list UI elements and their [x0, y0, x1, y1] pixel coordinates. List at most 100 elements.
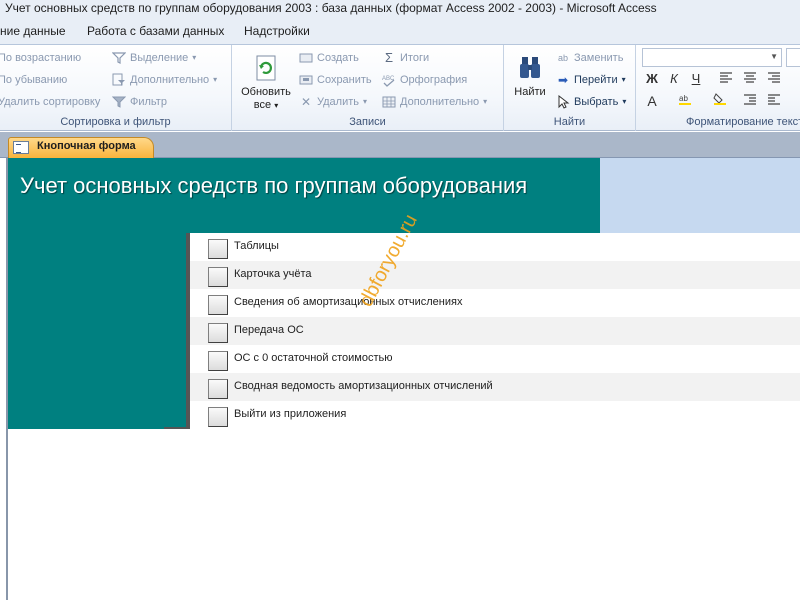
chevron-down-icon: ▾ — [192, 53, 197, 62]
selection-label: Выделение — [130, 52, 189, 64]
menu-item-zero-residual: ОС с 0 остаточной стоимостью — [190, 345, 800, 373]
sigma-icon: Σ — [384, 50, 394, 65]
chevron-down-icon: ▾ — [483, 97, 488, 106]
goto-button[interactable]: ➡ Перейти ▾ — [556, 70, 626, 90]
align-center-icon[interactable] — [740, 70, 760, 88]
menu-button-asset-transfer[interactable] — [208, 323, 228, 343]
tab-switchboard-form[interactable]: Кнопочная форма — [8, 137, 154, 158]
menu-button-tables[interactable] — [208, 239, 228, 259]
chevron-down-icon: ▼ — [770, 52, 778, 61]
new-record-label: Создать — [317, 52, 359, 64]
form-side-panel — [8, 233, 188, 429]
italic-button[interactable]: К — [664, 70, 684, 88]
fill-color-icon[interactable] — [710, 92, 730, 110]
font-name-combo[interactable]: ▼ — [642, 48, 782, 67]
spelling-button[interactable]: ABC Орфография — [382, 70, 467, 90]
more-records-button[interactable]: Дополнительно ▾ — [382, 92, 487, 112]
advanced-filter-button[interactable]: Дополнительно ▾ — [112, 70, 217, 90]
highlight-icon[interactable]: ab — [676, 92, 696, 110]
totals-label: Итоги — [400, 52, 430, 64]
sort-ascending-button[interactable]: По возрастанию — [0, 48, 81, 68]
chevron-down-icon: ▾ — [274, 101, 279, 110]
menu-item-account-card: Карточка учёта — [190, 261, 800, 289]
binoculars-icon — [515, 53, 545, 83]
save-record-label: Сохранить — [317, 74, 372, 86]
replace-label: Заменить — [574, 52, 624, 64]
align-right-icon[interactable] — [764, 70, 784, 88]
totals-button[interactable]: Σ Итоги — [382, 48, 429, 68]
group-records: Обновить все ▾ Создать Сохранить ✕ Удали… — [232, 45, 504, 131]
menu-label-account-card[interactable]: Карточка учёта — [234, 268, 312, 280]
sort-descending-button[interactable]: По убыванию — [0, 70, 67, 90]
group-label-find: Найти — [553, 116, 586, 128]
window-title: Учет основных средств по группам оборудо… — [0, 0, 800, 19]
menu-label-asset-transfer[interactable]: Передача ОС — [234, 324, 304, 336]
menu-item-depreciation-info: Сведения об амортизационных отчислениях — [190, 289, 800, 317]
chevron-down-icon: ▾ — [213, 75, 218, 84]
menu-label-exit[interactable]: Выйти из приложения — [234, 408, 346, 420]
menu-label-tables[interactable]: Таблицы — [234, 240, 279, 252]
selection-button[interactable]: Выделение ▾ — [111, 48, 197, 68]
chevron-down-icon: ▾ — [622, 97, 627, 106]
menu-item-depreciation-summary: Сводная ведомость амортизационных отчисл… — [190, 373, 800, 401]
menu-button-depreciation-info[interactable] — [208, 295, 228, 315]
font-size-combo[interactable] — [786, 48, 800, 67]
menu-item-asset-transfer: Передача ОС — [190, 317, 800, 345]
tab-external-data[interactable]: ние данные — [0, 24, 66, 38]
advanced-filter-label: Дополнительно — [130, 74, 210, 86]
font-color-button[interactable]: A — [642, 92, 662, 110]
form-header: Учет основных средств по группам оборудо… — [8, 158, 600, 233]
filter-icon — [111, 95, 127, 109]
replace-button[interactable]: ab Заменить — [556, 48, 623, 68]
menu-button-exit[interactable] — [208, 407, 228, 427]
menu-button-zero-residual[interactable] — [208, 351, 228, 371]
arrow-right-icon: ➡ — [557, 73, 569, 87]
ribbon-tab-bar: ние данные Работа с базами данных Надстр… — [0, 19, 800, 45]
menu-label-depreciation-summary[interactable]: Сводная ведомость амортизационных отчисл… — [234, 380, 493, 392]
select-button[interactable]: Выбрать ▾ — [556, 92, 626, 112]
selection-filter-icon — [111, 51, 127, 65]
filter-button[interactable]: Фильтр — [111, 92, 167, 112]
clear-sort-button[interactable]: Удалить сортировку — [0, 92, 100, 112]
svg-text:ab: ab — [679, 94, 688, 103]
chevron-down-icon: ▾ — [363, 97, 368, 106]
advanced-filter-icon — [112, 73, 126, 87]
form-header-right — [600, 158, 800, 233]
bold-button[interactable]: Ж — [642, 70, 662, 88]
align-left-icon[interactable] — [716, 70, 736, 88]
find-button[interactable]: Найти — [508, 53, 552, 99]
refresh-icon — [251, 53, 281, 83]
save-record-button[interactable]: Сохранить — [299, 70, 372, 90]
refresh-label-line2: все — [253, 99, 272, 111]
tab-database-tools[interactable]: Работа с базами данных — [87, 24, 224, 38]
spelling-icon: ABC — [382, 73, 396, 87]
indent-left-icon[interactable] — [740, 92, 760, 110]
sort-ascending-label: По возрастанию — [0, 52, 82, 64]
tab-add-ins[interactable]: Надстройки — [244, 24, 310, 38]
delete-record-button[interactable]: ✕ Удалить ▾ — [299, 92, 367, 112]
menu-button-account-card[interactable] — [208, 267, 228, 287]
menu-button-depreciation-summary[interactable] — [208, 379, 228, 399]
grid-icon — [382, 95, 396, 109]
chevron-down-icon: ▾ — [621, 75, 626, 84]
select-label: Выбрать — [574, 96, 619, 108]
menu-label-zero-residual[interactable]: ОС с 0 остаточной стоимостью — [234, 352, 393, 364]
menu-item-exit: Выйти из приложения — [190, 401, 800, 429]
replace-icon: ab — [557, 53, 568, 63]
spelling-label: Орфография — [400, 74, 468, 86]
indent-right-icon[interactable] — [764, 92, 784, 110]
refresh-all-button[interactable]: Обновить все ▾ — [236, 53, 296, 112]
ribbon: По возрастанию По убыванию Удалить сорти… — [0, 45, 800, 131]
delete-icon: ✕ — [300, 95, 312, 109]
switchboard-menu: Таблицы Карточка учёта Сведения об аморт… — [190, 233, 800, 429]
find-label: Найти — [514, 86, 546, 98]
group-label-text-formatting: Форматирование текста — [686, 116, 800, 128]
record-selector-gutter — [0, 158, 8, 600]
sort-descending-label: По убыванию — [0, 74, 68, 86]
group-label-sort-filter: Сортировка и фильтр — [60, 116, 171, 128]
side-panel-shadow-bottom — [164, 427, 190, 429]
underline-button[interactable]: Ч — [686, 70, 706, 88]
form-title: Учет основных средств по группам оборудо… — [20, 173, 528, 198]
new-record-button[interactable]: Создать — [299, 48, 359, 68]
menu-label-depreciation-info[interactable]: Сведения об амортизационных отчислениях — [234, 296, 462, 308]
